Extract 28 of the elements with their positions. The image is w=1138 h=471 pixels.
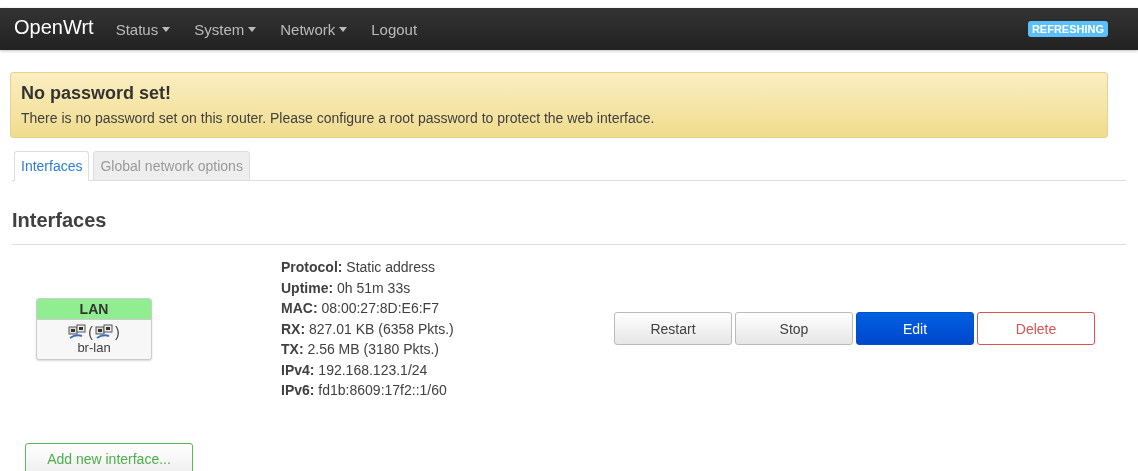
detail-line: Uptime: 0h 51m 33s bbox=[281, 278, 412, 298]
status-badge: REFRESHING bbox=[1027, 21, 1108, 37]
action-button[interactable]: Edit bbox=[856, 312, 974, 346]
detail-line: RX: 827.01 KB (6358 Pkts.) bbox=[281, 319, 455, 339]
action-button[interactable]: Delete bbox=[977, 312, 1095, 346]
detail-line: IPv4: 192.168.123.1/24 bbox=[281, 360, 429, 380]
nav-menu-item[interactable]: Network bbox=[280, 20, 348, 38]
paren-text: ) bbox=[115, 323, 120, 340]
network-ports-icon bbox=[68, 323, 87, 340]
alert-message: There is no password set on this router. Please configure a root password to protect the web interface. bbox=[21, 110, 656, 126]
detail-line: IPv6: fd1b:8609:17f2::1/60 bbox=[281, 381, 448, 400]
tab[interactable]: Interfaces bbox=[14, 151, 90, 181]
detail-line: TX: 2.56 MB (3180 Pkts.) bbox=[281, 340, 440, 359]
device-name: br-lan bbox=[76, 339, 112, 357]
paren-text: ( bbox=[88, 323, 93, 340]
action-button[interactable]: Stop bbox=[735, 312, 853, 346]
nav-menu-item[interactable]: System bbox=[194, 20, 257, 38]
alert-title: No password set! bbox=[21, 83, 173, 104]
nav-menu-item[interactable]: Logout bbox=[371, 20, 418, 38]
brand-logo[interactable]: OpenWrt bbox=[14, 15, 94, 43]
action-button[interactable]: Restart bbox=[614, 312, 732, 346]
nav-menu-item[interactable]: Status bbox=[115, 20, 171, 38]
interface-card[interactable]: LAN ( ) br-lan bbox=[36, 297, 152, 360]
network-port-icon bbox=[95, 323, 113, 340]
section-title: Interfaces bbox=[12, 209, 1126, 245]
interface-name: LAN bbox=[37, 298, 151, 320]
detail-line: MAC: 08:00:27:8D:E6:F7 bbox=[281, 299, 440, 318]
detail-line: Protocol: Static address bbox=[281, 258, 437, 277]
